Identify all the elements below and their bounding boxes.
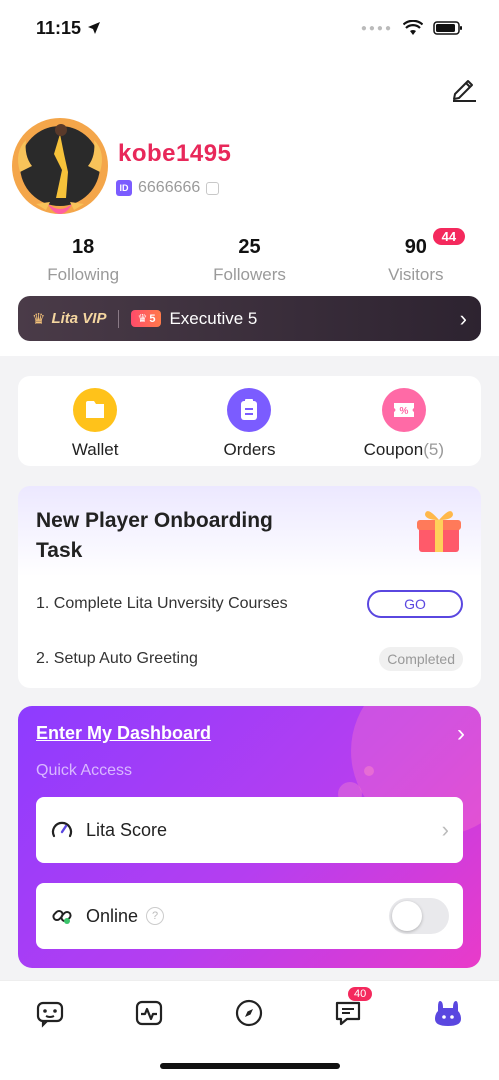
status-bar: 11:15 ●●●● xyxy=(0,0,499,56)
decorative-dot xyxy=(364,766,374,776)
task-item-2: 2. Setup Auto Greeting Completed xyxy=(36,647,463,671)
coupon-label: Coupon(5) xyxy=(364,440,444,460)
task-title: New Player Onboarding Task xyxy=(36,509,273,562)
coupon-count: (5) xyxy=(423,440,444,459)
crown-small-icon: ♛ xyxy=(137,313,148,325)
chevron-right-icon: › xyxy=(459,305,467,331)
link-icon xyxy=(52,909,72,924)
message-icon xyxy=(335,1001,361,1026)
orders-icon xyxy=(227,388,272,432)
avatar[interactable] xyxy=(6,112,114,220)
pencil-icon xyxy=(453,80,476,102)
quick-actions-card: Wallet Orders % Coupon(5) xyxy=(18,376,481,466)
game-controller-icon xyxy=(36,1001,64,1028)
dashboard-link[interactable]: Enter My Dashboard xyxy=(36,723,211,744)
vip-level-badge: ♛ 5 xyxy=(131,310,162,327)
vip-label: Lita VIP xyxy=(51,310,107,327)
stats-row: 18 Following 25 Followers 90 Visitors 44 xyxy=(0,228,499,285)
username: kobe1495 xyxy=(118,140,232,167)
status-time: 11:15 xyxy=(36,18,101,39)
toggle-knob xyxy=(392,901,422,931)
user-id-row: ID 6666666 xyxy=(116,179,220,197)
vip-level-number: 5 xyxy=(149,312,156,325)
online-toggle[interactable] xyxy=(389,898,449,934)
stat-label: Visitors xyxy=(388,265,444,284)
task-item-text: 1. Complete Lita Unversity Courses xyxy=(36,595,288,612)
wallet-button[interactable]: Wallet xyxy=(18,376,172,466)
signal-dots-icon: ●●●● xyxy=(360,22,393,34)
vip-bar[interactable]: ♛ Lita VIP ♛ 5 Executive 5 › xyxy=(18,296,481,341)
lita-score-label: Lita Score xyxy=(86,819,168,840)
completed-status: Completed xyxy=(379,647,463,671)
copy-icon[interactable] xyxy=(206,181,220,195)
help-icon[interactable]: ? xyxy=(146,907,165,925)
avatar-frame-icon xyxy=(12,118,108,214)
coupon-label-text: Coupon xyxy=(363,440,424,459)
status-time-text: 11:15 xyxy=(36,17,82,38)
chevron-right-icon[interactable]: › xyxy=(457,720,465,748)
coupon-icon: % xyxy=(381,388,426,432)
orders-label: Orders xyxy=(223,440,276,459)
quick-access-label: Quick Access xyxy=(36,762,133,779)
id-badge-icon: ID xyxy=(116,180,132,196)
stat-value: 25 xyxy=(238,236,261,258)
profile-bunny-icon xyxy=(435,1001,461,1026)
online-label: Online xyxy=(86,905,139,926)
chevron-right-icon: › xyxy=(441,817,449,842)
lita-score-row[interactable]: Lita Score › xyxy=(36,797,463,863)
location-arrow-icon xyxy=(88,22,101,34)
tab-discover[interactable] xyxy=(231,995,267,1031)
task-item-text: 2. Setup Auto Greeting xyxy=(36,650,198,667)
edit-profile-button[interactable] xyxy=(449,72,479,102)
compass-icon xyxy=(235,999,263,1027)
visitors-badge: 44 xyxy=(432,228,466,245)
tab-messages[interactable]: 40 xyxy=(330,987,373,1031)
stat-followers[interactable]: 25 Followers xyxy=(166,236,332,285)
stat-value: 18 xyxy=(72,236,95,258)
stat-visitors[interactable]: 90 Visitors 44 xyxy=(333,228,499,285)
coupon-button[interactable]: % Coupon(5) xyxy=(327,376,481,466)
wallet-icon xyxy=(73,388,118,432)
crown-icon: ♛ xyxy=(32,310,46,328)
gift-icon xyxy=(417,511,461,552)
onboarding-task-card: New Player Onboarding Task 1. Complete L… xyxy=(18,486,481,688)
messages-badge: 40 xyxy=(348,987,373,1001)
task-item-1: 1. Complete Lita Unversity Courses GO xyxy=(36,590,463,618)
vip-divider xyxy=(118,309,120,328)
activity-icon xyxy=(135,1000,163,1026)
status-indicators: ●●●● xyxy=(361,20,463,36)
vip-level-text: Executive 5 xyxy=(169,308,258,328)
home-indicator xyxy=(160,1063,340,1069)
wallet-label: Wallet xyxy=(71,440,119,459)
orders-button[interactable]: Orders xyxy=(172,376,326,466)
tab-games[interactable] xyxy=(32,995,68,1031)
stat-label: Followers xyxy=(213,265,286,284)
online-row: Online ? xyxy=(36,883,463,949)
svg-text:%: % xyxy=(399,406,408,417)
user-id: 6666666 xyxy=(138,179,201,196)
battery-icon xyxy=(433,21,462,35)
wifi-icon xyxy=(403,20,423,35)
go-button[interactable]: GO xyxy=(367,590,463,618)
stat-label: Following xyxy=(47,265,120,284)
stat-value: 90 xyxy=(404,236,427,258)
dashboard-card: Enter My Dashboard › Quick Access Lita S… xyxy=(18,706,481,968)
tab-activity[interactable] xyxy=(131,995,167,1031)
tab-profile[interactable] xyxy=(430,995,466,1031)
gauge-icon xyxy=(51,821,73,838)
stat-following[interactable]: 18 Following xyxy=(0,236,166,285)
